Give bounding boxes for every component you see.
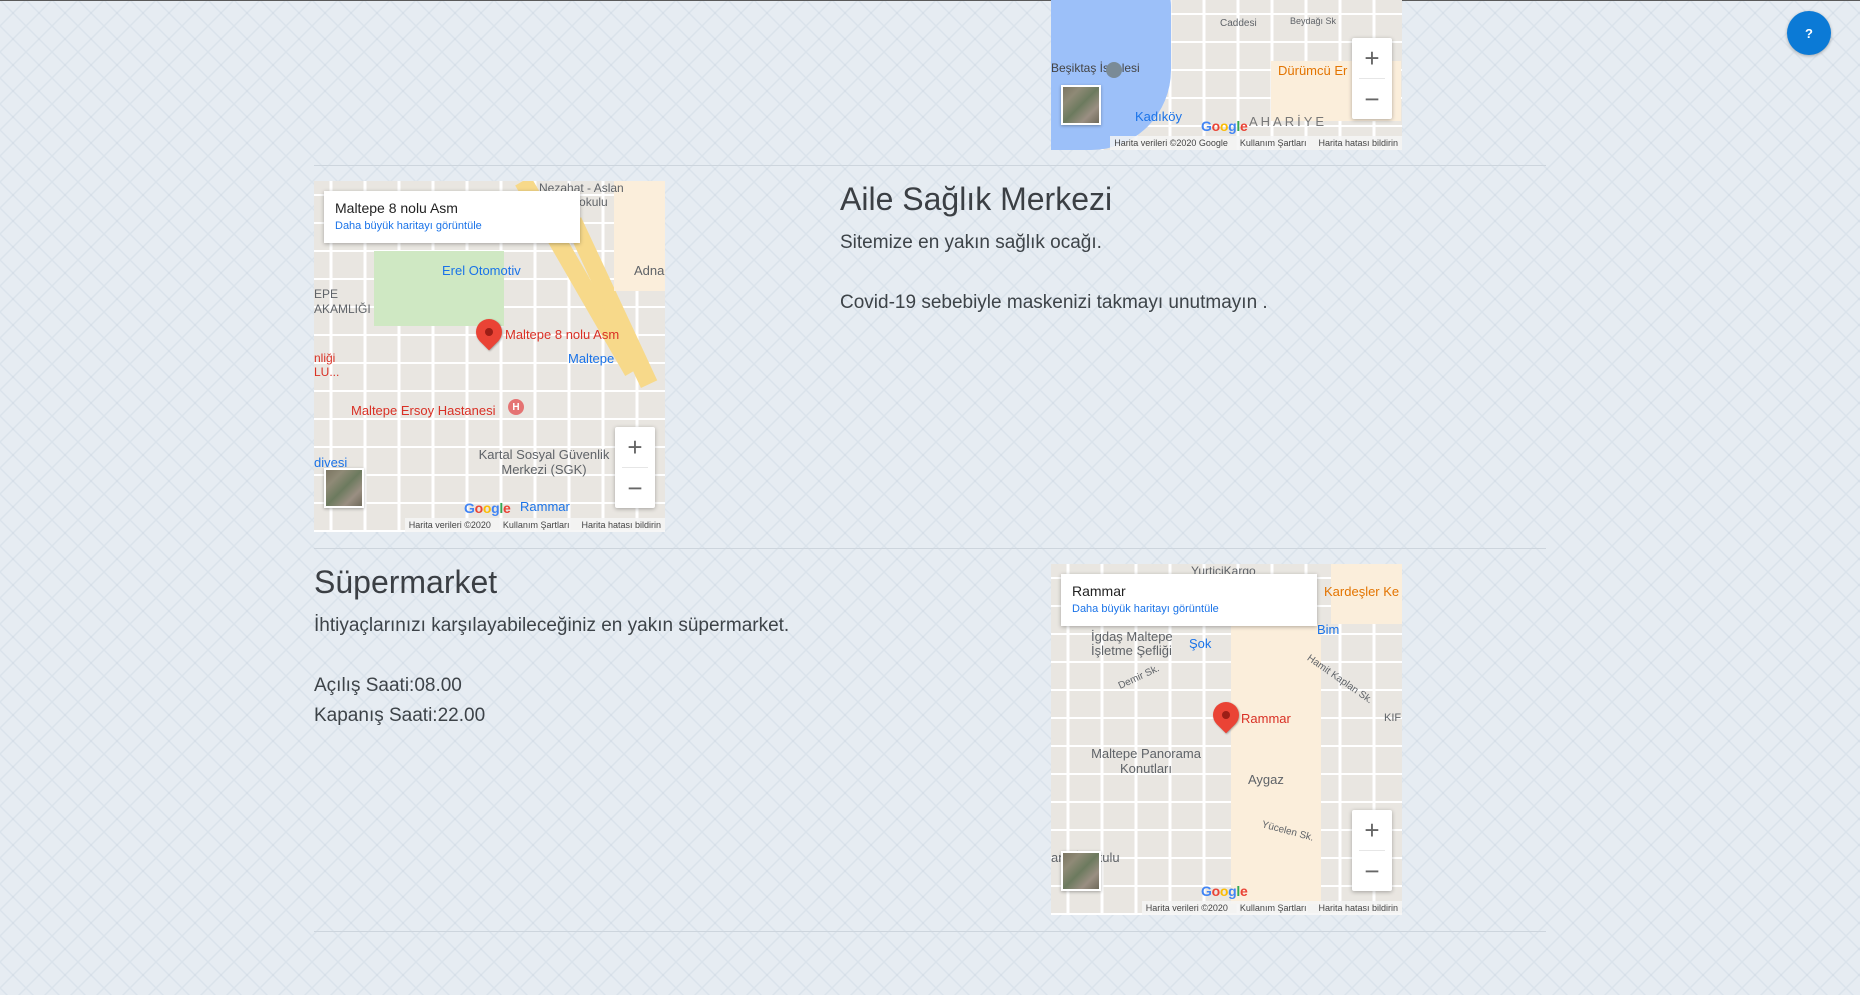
map-terms-link[interactable]: Kullanım Şartları [503, 520, 570, 530]
map-label: Rammar [520, 499, 570, 514]
map-label: Rammar [1241, 711, 1291, 726]
map-label: Demir Sk. [1116, 663, 1162, 692]
zoom-out-button[interactable]: − [615, 468, 655, 508]
section-divider [314, 165, 1546, 166]
closing-hours: Kapanış Saati:22.00 [314, 705, 486, 726]
zoom-in-button[interactable]: + [1352, 38, 1392, 78]
map-label: Aygaz [1248, 772, 1284, 787]
map-label: EPE AKAMLIĞI [314, 287, 371, 316]
larger-map-link[interactable]: Daha büyük haritayı görüntüle [335, 220, 569, 232]
map-info-card: Maltepe 8 nolu Asm Daha büyük haritayı g… [324, 191, 580, 243]
section-description: Sitemize en yakın sağlık ocağı. [840, 232, 1102, 253]
map-info-card: Rammar Daha büyük haritayı görüntüle [1061, 574, 1317, 626]
map-zoom-control[interactable]: + − [1352, 38, 1392, 119]
google-logo: Google [1201, 883, 1248, 899]
map-terms-link[interactable]: Kullanım Şartları [1240, 903, 1307, 913]
map-label: AHARİYE [1249, 114, 1328, 129]
map-supermarket[interactable]: YurticiKargo Kardeşler Ke Bim Şok İgdaş … [1051, 564, 1402, 915]
map-label: KIF [1384, 712, 1402, 724]
map-report-link[interactable]: Harita hatası bildirin [581, 520, 661, 530]
map-label: Caddesi [1220, 18, 1257, 29]
map-label: Dürümcü Er [1278, 63, 1348, 78]
satellite-view-button[interactable] [324, 468, 364, 508]
map-label: Adna [634, 263, 665, 278]
zoom-in-button[interactable]: + [615, 427, 655, 467]
map-label: Erel Otomotiv [442, 263, 521, 278]
map-poi-icon [1106, 62, 1122, 78]
map-label: Maltepe [568, 351, 615, 366]
map-report-link[interactable]: Harita hatası bildirin [1318, 138, 1398, 148]
map-zoom-control[interactable]: + − [615, 427, 655, 508]
map-label: Beydağı Sk [1290, 16, 1337, 26]
map-terms-link[interactable]: Kullanım Şartları [1240, 138, 1307, 148]
map-label: İgdaş Maltepe İşletme Şefliği [1091, 629, 1173, 658]
section-note: Covid-19 sebebiyle maskenizi takmayı unu… [840, 292, 1268, 313]
hospital-icon: H [508, 399, 524, 415]
map-attribution: Harita verileri ©2020 Kullanım Şartları … [404, 518, 665, 532]
zoom-out-button[interactable]: − [1352, 79, 1392, 119]
map-label: Maltepe 8 nolu Asm [505, 327, 620, 342]
map-report-link[interactable]: Harita hatası bildirin [1318, 903, 1398, 913]
map-zoom-control[interactable]: + − [1352, 810, 1392, 891]
map-label: nliği LU... [314, 351, 340, 379]
zoom-out-button[interactable]: − [1352, 851, 1392, 891]
map-label: Kardeşler Ke [1324, 584, 1400, 599]
map-top[interactable]: Beşiktaş İskelesi Kadıköy Dürümcü Er AHA… [1051, 0, 1402, 150]
map-attribution: Harita verileri ©2020 Google Kullanım Şa… [1110, 136, 1402, 150]
map-place-name: Maltepe 8 nolu Asm [335, 200, 458, 216]
google-logo: Google [464, 500, 511, 516]
section-divider [314, 548, 1546, 549]
section-description: İhtiyaçlarınızı karşılayabileceğiniz en … [314, 615, 790, 636]
google-logo: Google [1201, 118, 1248, 134]
opening-hours: Açılış Saati:08.00 [314, 675, 462, 696]
map-label: Kartal Sosyal Güvenlik Merkezi (SGK) [478, 447, 610, 477]
map-attribution: Harita verileri ©2020 Kullanım Şartları … [1141, 901, 1402, 915]
section-title-supermarket: Süpermarket [314, 564, 498, 600]
help-button[interactable]: ? [1787, 11, 1831, 55]
section-title-health-center: Aile Sağlık Merkezi [840, 181, 1113, 217]
map-label: Şok [1189, 636, 1212, 651]
satellite-view-button[interactable] [1061, 85, 1101, 125]
map-label: Maltepe Panorama Konutları [1091, 746, 1201, 776]
map-place-name: Rammar [1072, 583, 1126, 599]
map-label: Bim [1317, 622, 1340, 637]
map-label: Beşiktaş İskelesi [1051, 61, 1140, 75]
map-label: Kadıköy [1135, 109, 1182, 124]
section-divider [314, 931, 1546, 932]
map-health-center[interactable]: Nezahat - Aslan Ünlü İlkokulu Erel Otomo… [314, 181, 665, 532]
zoom-in-button[interactable]: + [1352, 810, 1392, 850]
map-label: Maltepe Ersoy Hastanesi [351, 403, 496, 418]
larger-map-link[interactable]: Daha büyük haritayı görüntüle [1072, 603, 1306, 615]
top-border [0, 0, 1860, 1]
satellite-view-button[interactable] [1061, 851, 1101, 891]
